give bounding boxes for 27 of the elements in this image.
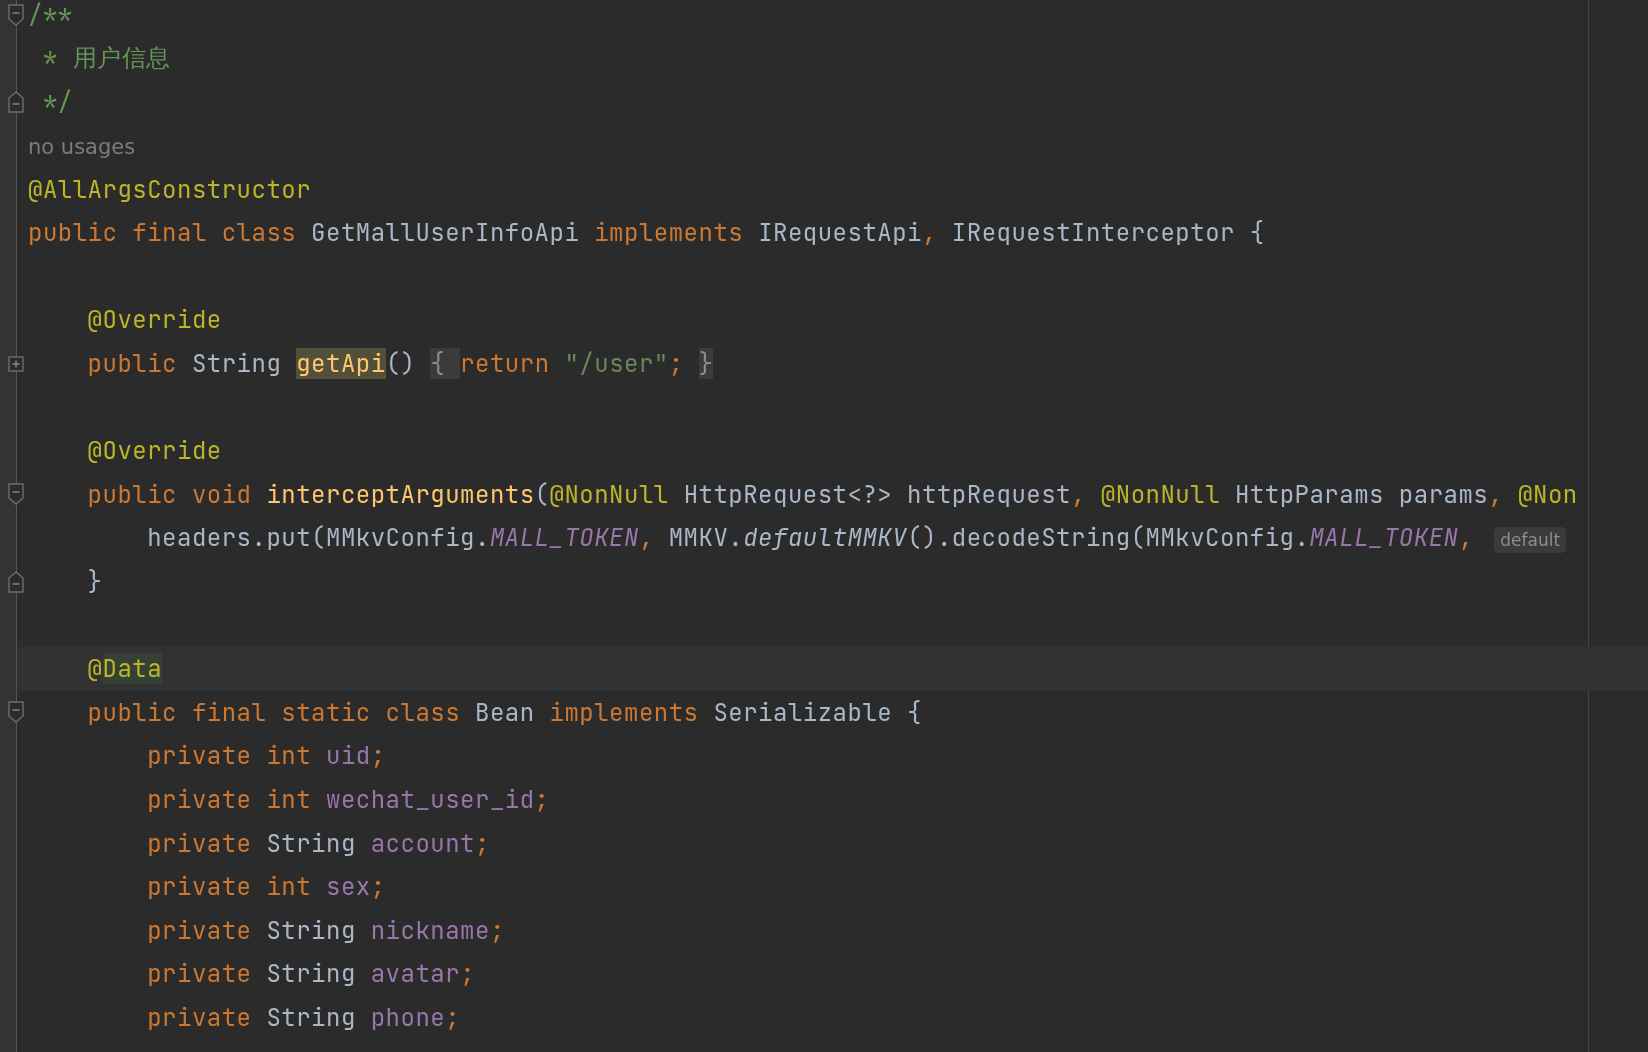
fold-icon[interactable]	[8, 570, 24, 593]
expand-icon[interactable]	[8, 355, 24, 372]
code-line: private String avatar;	[146, 958, 476, 990]
fold-icon[interactable]	[8, 91, 24, 113]
code-line: private String account;	[146, 827, 490, 859]
fold-icon[interactable]	[8, 483, 24, 506]
code-line: private int sex;	[146, 871, 386, 903]
code-line: public void interceptArguments(@NonNull HttpRequest<?> httpRequest, @NonNull HttpParams params, @Non	[86, 478, 1578, 510]
code-line: */	[41, 86, 73, 118]
code-line: @Override	[86, 304, 222, 336]
code-line: @Override	[86, 435, 222, 467]
code-line: public String getApi() { return "/user"; }	[86, 348, 714, 380]
fold-icon[interactable]	[8, 3, 24, 26]
code-line: public final class GetMallUserInfoApi implements IRequestApi, IRequestInterceptor {	[28, 217, 1265, 249]
code-line: headers.put(MMkvConfig.MALL_TOKEN, MMKV.defaultMMKV().decodeString(MMkvConfig.MALL_TOKEN, default	[28, 522, 1567, 554]
fold-icon[interactable]	[8, 701, 24, 724]
code-line: /**	[28, 0, 73, 31]
code-line: private String nickname;	[146, 914, 505, 946]
code-line: private int uid;	[146, 740, 386, 772]
code-line: private String phone;	[146, 1001, 461, 1033]
code-line: * 用户信息	[41, 42, 171, 75]
code-line: @Data	[86, 653, 163, 685]
code-line: private int wechat_user_id;	[146, 784, 550, 815]
usages-hint: no usages	[28, 135, 136, 160]
code-line: }	[86, 566, 103, 597]
code-line: @AllArgsConstructor	[28, 173, 312, 205]
code-line: public final static class Bean implements Serializable {	[86, 696, 922, 728]
